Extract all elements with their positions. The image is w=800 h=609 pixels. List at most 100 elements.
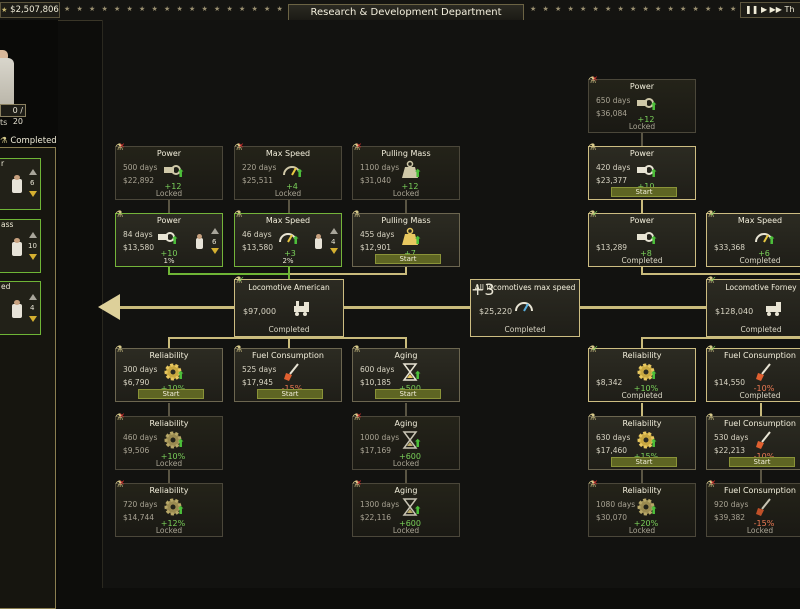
node-cost: $8,342 xyxy=(596,378,623,387)
research-node-reliability-locked[interactable]: ⚗ Reliability 720 days $14,744 ⬆ +12% Lo… xyxy=(115,479,223,537)
locomotive-american-node[interactable]: ⚗ Locomotive American $97,000 Completed xyxy=(234,275,344,337)
node-title: Power xyxy=(156,216,182,225)
node-title: Max Speed xyxy=(737,216,783,225)
upgrade-arrow-icon: ⬆ xyxy=(649,234,659,247)
assignment-card[interactable]: ed 4 xyxy=(0,281,41,335)
research-node-fuel-locked[interactable]: ⚗ Fuel Consumption 920 days $39,382 -15%… xyxy=(706,479,800,537)
node-cost: $30,070 xyxy=(596,513,628,522)
assignment-card[interactable]: r 6 xyxy=(0,158,41,210)
pause-icon[interactable]: ❚❚ xyxy=(745,5,758,14)
node-progress: 1% xyxy=(163,257,175,265)
node-status: Locked xyxy=(392,189,420,198)
node-title: Aging xyxy=(394,351,418,360)
research-node-pulling-locked[interactable]: ⚗ Pulling Mass 1100 days $31,040 ⬆ +12 L… xyxy=(352,142,460,200)
node-title: Power xyxy=(629,82,655,91)
card-title: ass xyxy=(1,220,14,229)
research-node-power-start[interactable]: ⚗ Power 420 days $23,377 ⬆ +10 Start xyxy=(588,143,696,200)
card-title: r xyxy=(1,159,5,168)
research-node-reliability-completed[interactable]: ⚗ Reliability $8,342 ⬆ +10% Completed xyxy=(588,344,696,402)
upgrade-arrow-icon: ⬆ xyxy=(649,437,659,450)
research-node-pulling-start[interactable]: ⚗ Pulling Mass 455 days $12,901 ⬆ +7 Sta… xyxy=(352,210,460,267)
assignment-card[interactable]: ass 10 xyxy=(0,219,41,273)
node-title: Pulling Mass xyxy=(381,216,431,225)
increase-icon[interactable] xyxy=(211,228,219,234)
upgrade-arrow-icon: ⬆ xyxy=(176,167,186,180)
node-days: 300 days xyxy=(123,365,158,374)
node-title: Power xyxy=(629,216,655,225)
research-node-reliability-start[interactable]: ⚗ Reliability 630 days $17,460 ⬆ +15% St… xyxy=(588,413,696,470)
connector xyxy=(641,470,643,483)
upgrade-arrow-icon: ⬆ xyxy=(649,369,659,382)
node-cost: $22,116 xyxy=(360,513,392,522)
node-days: 920 days xyxy=(714,500,749,509)
research-node-power-active[interactable]: ⚗ Power 84 days $13,580 ⬆ +10 6 1% xyxy=(115,210,223,267)
node-title: Reliability xyxy=(149,351,189,360)
decrease-icon[interactable] xyxy=(29,316,37,322)
node-title: Aging xyxy=(394,486,418,495)
node-title: Fuel Consumption xyxy=(724,419,796,428)
locomotive-forney-node[interactable]: ⚗ Locomotive Forney $128,040 Completed xyxy=(706,275,800,337)
upgrade-arrow-icon: ⬆ xyxy=(413,504,423,517)
all-locomotives-speed-node[interactable]: All locomotives max speed $25,220 +3 Com… xyxy=(470,279,580,337)
upgrade-arrow-icon: ⬆ xyxy=(649,100,659,113)
play-icon[interactable]: ▶ xyxy=(761,5,767,14)
connector xyxy=(641,403,643,416)
increase-icon[interactable] xyxy=(29,294,37,300)
node-cost: $25,511 xyxy=(242,176,274,185)
start-button[interactable]: Start xyxy=(611,457,677,467)
node-status: Completed xyxy=(504,325,546,334)
research-node-power-completed[interactable]: ⚗ Power $13,289 ⬆ +8 Completed xyxy=(588,209,696,267)
increase-icon[interactable] xyxy=(330,228,338,234)
completed-label: ⚗ Completed xyxy=(0,136,57,146)
node-cost: $22,213 xyxy=(714,446,746,455)
research-node-maxspeed-completed[interactable]: ⚗ Max Speed $33,368 ⬆ +6 Completed xyxy=(706,209,800,267)
research-node-fuel-start[interactable]: ⚗ Fuel Consumption 530 days $22,213 -10%… xyxy=(706,413,800,470)
node-cost: $31,040 xyxy=(360,176,392,185)
research-node-aging-locked[interactable]: ⚗ Aging 1300 days $22,116 ⬆ +600 Locked xyxy=(352,479,460,537)
card-level: 4 xyxy=(30,304,35,312)
decrease-icon[interactable] xyxy=(330,248,338,254)
time-controls[interactable]: ❚❚ ▶ ▶▶ Th xyxy=(740,2,800,18)
node-title: Reliability xyxy=(149,419,189,428)
start-button[interactable]: Start xyxy=(375,254,441,264)
decrease-icon[interactable] xyxy=(29,254,37,260)
start-button[interactable]: Start xyxy=(611,187,677,197)
node-status: Completed xyxy=(740,325,782,334)
upgrade-arrow-icon: ⬆ xyxy=(413,167,423,180)
node-status: Completed xyxy=(621,391,663,400)
connector xyxy=(641,337,800,339)
staff-assigned: 6 xyxy=(212,238,217,246)
increase-icon[interactable] xyxy=(29,232,37,238)
node-days: 720 days xyxy=(123,500,158,509)
fast-forward-icon[interactable]: ▶▶ xyxy=(770,5,782,14)
research-node-power-locked[interactable]: ⚗ Power 500 days $22,892 ⬆ +12 Locked xyxy=(115,142,223,200)
node-days: 530 days xyxy=(714,433,749,442)
start-button[interactable]: Start xyxy=(375,389,441,399)
start-button[interactable]: Start xyxy=(729,457,795,467)
node-title: Max Speed xyxy=(265,216,311,225)
research-node-maxspeed-active[interactable]: ⚗ Max Speed 46 days $13,580 ⬆ +3 4 2% xyxy=(234,210,342,267)
money-value: $2,507,806 xyxy=(10,5,59,15)
start-button[interactable]: Start xyxy=(257,389,323,399)
research-node-fuel-completed[interactable]: ⚗ Fuel Consumption $14,550 -10% Complete… xyxy=(706,344,800,402)
research-node-power-locked[interactable]: ⚗ Power 650 days $36,084 ⬆ +12 Locked xyxy=(588,75,696,133)
node-status: Locked xyxy=(392,526,420,535)
node-days: 46 days xyxy=(242,230,272,239)
research-node-aging-start[interactable]: ⚗ Aging 600 days $10,185 ⬆ +500 Start xyxy=(352,345,460,402)
research-node-reliability-locked[interactable]: ⚗ Reliability 1080 days $30,070 ⬆ +20% L… xyxy=(588,479,696,537)
research-node-reliability-locked[interactable]: ⚗ Reliability 460 days $9,506 ⬆ +10% Loc… xyxy=(115,412,223,470)
locomotive-icon xyxy=(763,297,785,319)
node-title: Power xyxy=(629,149,655,158)
research-node-fuel-start[interactable]: ⚗ Fuel Consumption 525 days $17,945 -15%… xyxy=(234,345,342,402)
decrease-icon[interactable] xyxy=(29,191,37,197)
node-progress: 2% xyxy=(282,257,294,265)
research-node-reliability-start[interactable]: ⚗ Reliability 300 days $6,790 ⬆ +10% Sta… xyxy=(115,345,223,402)
decrease-icon[interactable] xyxy=(211,248,219,254)
node-status: Locked xyxy=(628,122,656,131)
start-button[interactable]: Start xyxy=(138,389,204,399)
increase-icon[interactable] xyxy=(29,169,37,175)
scroll-left-arrow-icon[interactable] xyxy=(98,294,120,320)
research-node-maxspeed-locked[interactable]: ⚗ Max Speed 220 days $25,511 ⬆ +4 Locked xyxy=(234,142,342,200)
assignment-list: r 6 ass 10 ed 4 xyxy=(0,147,56,609)
research-node-aging-locked[interactable]: ⚗ Aging 1000 days $17,169 ⬆ +600 Locked xyxy=(352,412,460,470)
